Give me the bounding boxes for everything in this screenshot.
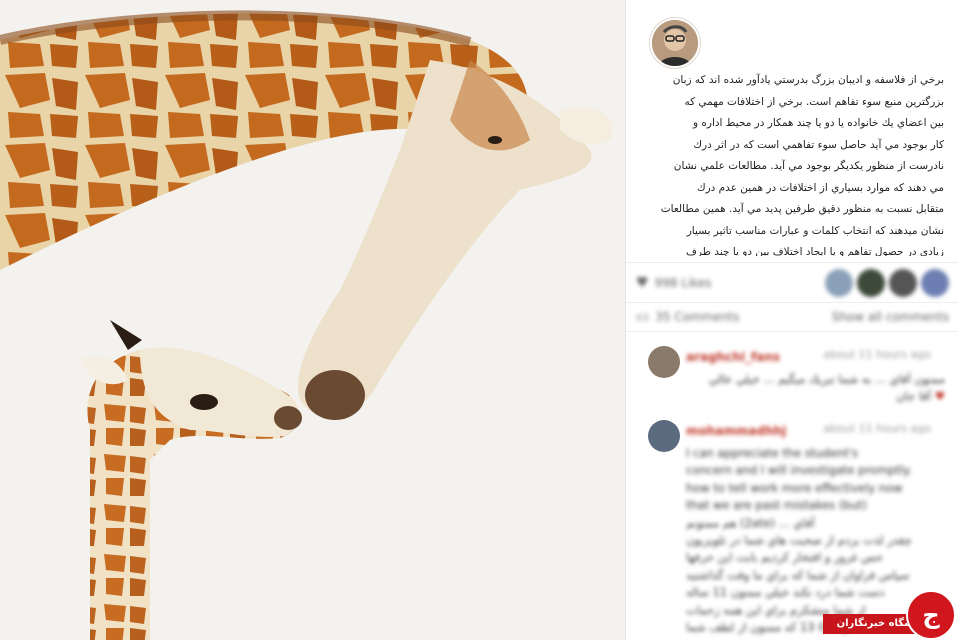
comment-line: حس غرور و افتخار كرديم بابت اين حرفها: [686, 550, 883, 565]
comment-line-text: آقا جان: [896, 389, 932, 404]
liker-avatar[interactable]: [825, 268, 853, 297]
comments-count: 35 Comments: [655, 310, 740, 324]
post-photo: [0, 0, 625, 640]
comment-line: that we are past mistakes (but): [686, 498, 867, 513]
heart-icon: ♥: [934, 389, 945, 404]
author-avatar[interactable]: [650, 18, 700, 68]
comment-time: about 11 hours ago: [823, 348, 931, 361]
comment-text: ممنون آقاي ... به شما تبريك ميگيم ... خي…: [686, 371, 945, 406]
comment-line: چقدر لذت بردم از صحبت هاي شما در تلويزيو…: [686, 533, 912, 548]
author-photo: [652, 20, 698, 66]
comments-row: ▭ 35 Comments Show all comments: [626, 302, 958, 332]
likes-row: ♥ 998 Likes: [626, 262, 958, 302]
liker-avatar[interactable]: [857, 268, 885, 297]
comment-line: concern and I will investigate promptly.: [686, 463, 912, 478]
caption-line: نادرست از منظور يكديگر بوجود مي آيد. مطا…: [673, 160, 944, 172]
comment-item: araghchi_fans about 11 hours ago ممنون آ…: [626, 346, 958, 410]
post-sidebar: برخي از فلاسفه و اديبان بزرگ بدرستي يادآ…: [625, 0, 958, 640]
caption-line: برخي از فلاسفه و اديبان بزرگ بدرستي يادآ…: [672, 74, 944, 86]
commenter-avatar[interactable]: [648, 420, 680, 452]
watermark-badge: باشگاه خبرنگاران ج: [823, 590, 958, 640]
heart-icon: ♥: [636, 274, 649, 291]
caption-line: بزرگترين منبع سوء تفاهم است. برخي از اخت…: [684, 95, 944, 108]
comment-line: how to tell work more effectively now: [686, 480, 903, 495]
caption-line: زيادي در حصول تفاهم و يا ايجاد اختلاف بي…: [685, 246, 944, 256]
comment-line: I can appreciate the student's: [686, 446, 859, 460]
comment-line: آقاي ... (2ate) هم ممنونم: [686, 515, 815, 530]
caption-line: كار بوجود مي آيد حاصل سوء تفاهمي است كه …: [693, 138, 944, 151]
badge-logo-icon: ج: [906, 590, 956, 640]
comment-icon: ▭: [636, 309, 650, 325]
comment-time: about 11 hours ago: [823, 422, 931, 435]
caption-line: نشان ميدهند كه انتخاب كلمات و عبارات منا…: [686, 224, 944, 237]
likes-count: 998 Likes: [654, 275, 712, 290]
comment-username[interactable]: mohammadhhj: [686, 424, 786, 438]
liker-avatar[interactable]: [921, 268, 949, 297]
post-caption: برخي از فلاسفه و اديبان بزرگ بدرستي يادآ…: [640, 70, 944, 256]
giraffe-image: [0, 0, 625, 640]
comments-summary[interactable]: ▭ 35 Comments: [636, 309, 739, 325]
caption-line: بين اعضاي يك خانواده يا دو يا چند همكار …: [692, 117, 944, 129]
comment-line: ♥ آقا جان: [686, 388, 945, 405]
show-all-comments-link[interactable]: Show all comments: [832, 310, 949, 324]
comment-line: ممنون آقاي ... به شما تبريك ميگيم ... خي…: [708, 372, 945, 386]
comment-username[interactable]: araghchi_fans: [686, 350, 780, 364]
commenter-avatar[interactable]: [648, 346, 680, 378]
likers-avatars: [821, 268, 949, 297]
comment-line: سپاس فراوان از شما كه براي ما وقت گذاشتي…: [686, 567, 910, 582]
liker-avatar[interactable]: [889, 268, 917, 297]
caption-line: متقابل نسبت به منظور دقيق طرفين پديد مي …: [660, 203, 944, 215]
likes-summary[interactable]: ♥ 998 Likes: [636, 275, 711, 291]
caption-line: مي دهند كه موارد بسياري از اختلافات در ه…: [696, 181, 944, 194]
